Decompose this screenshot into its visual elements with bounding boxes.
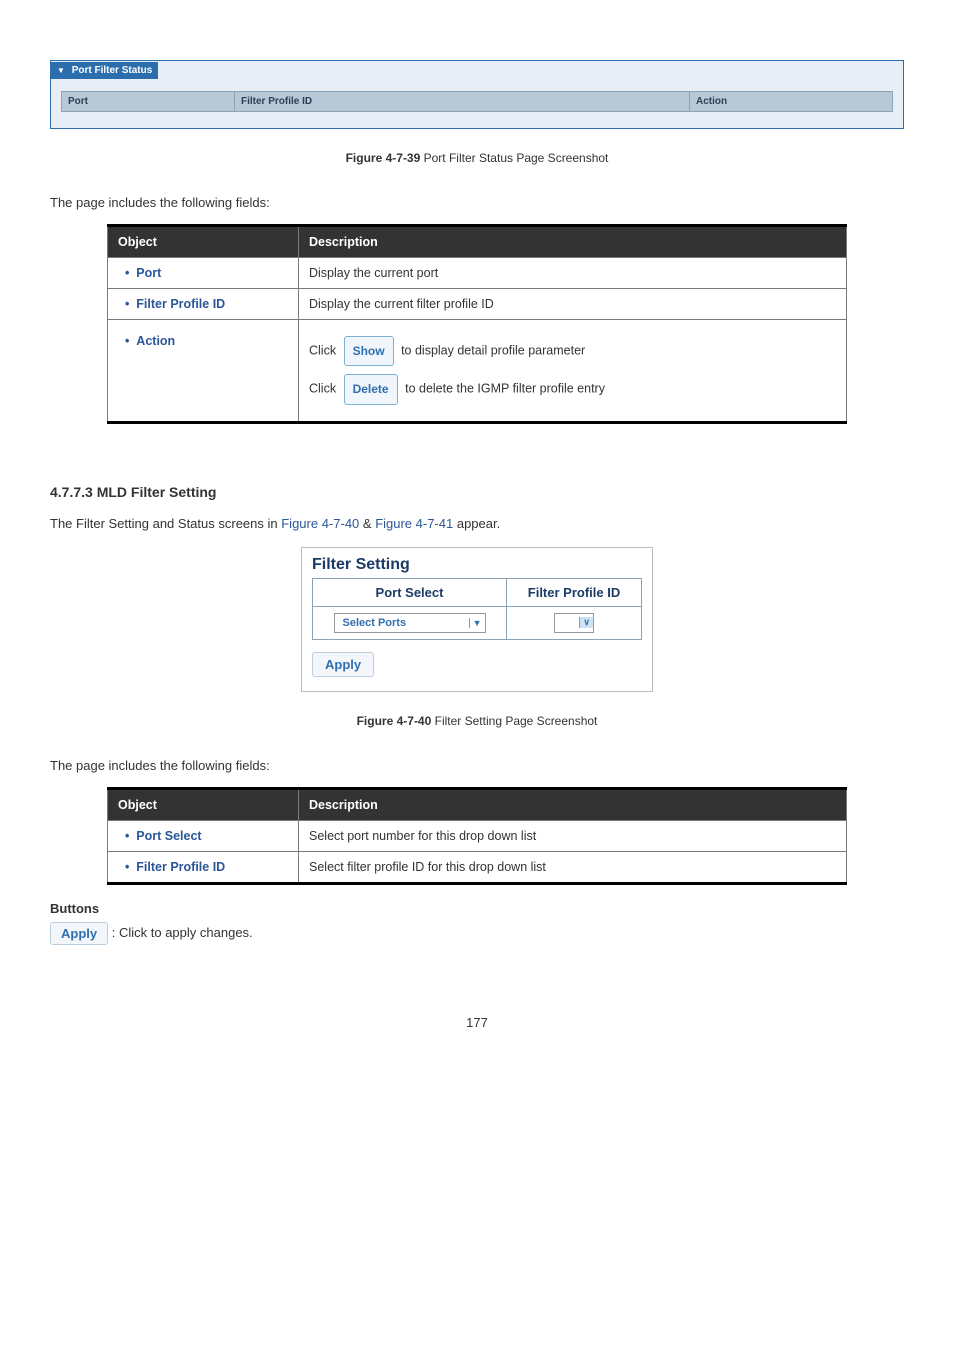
- delete-button[interactable]: Delete: [344, 374, 398, 404]
- obj-action: Action: [136, 334, 175, 348]
- cell-description: Select filter profile ID for this drop d…: [299, 851, 847, 883]
- cell-object: • Action: [108, 320, 299, 423]
- th-description: Description: [299, 788, 847, 820]
- profile-id-dropdown[interactable]: ∨: [554, 613, 594, 633]
- status-col-port: Port: [62, 92, 235, 111]
- table-header-row: Object Description: [108, 788, 847, 820]
- status-col-fpid: Filter Profile ID: [235, 92, 690, 111]
- caption-figure: Figure 4-7-39: [346, 151, 421, 165]
- obj-filter-profile-id: Filter Profile ID: [136, 297, 225, 311]
- status-table: Port Filter Profile ID Action: [61, 91, 893, 112]
- page-number: 177: [50, 1015, 904, 1030]
- object-table-1: Object Description • Port Display the cu…: [107, 224, 847, 424]
- caption-text: Port Filter Status Page Screenshot: [420, 151, 608, 165]
- th-object: Object: [108, 226, 299, 258]
- th-description: Description: [299, 226, 847, 258]
- apply-button-inline[interactable]: Apply: [50, 922, 108, 945]
- status-header-row: Port Filter Profile ID Action: [61, 91, 893, 112]
- chevron-down-icon: ▼: [469, 618, 485, 628]
- figure-caption-39: Figure 4-7-39 Port Filter Status Page Sc…: [50, 151, 904, 165]
- intro-text-2: The page includes the following fields:: [50, 758, 904, 773]
- table-header-row: Object Description: [108, 226, 847, 258]
- section-heading: 4.7.7.3 MLD Filter Setting: [50, 484, 904, 500]
- chevron-down-icon: ▼: [57, 66, 65, 75]
- table-row: • Filter Profile ID Select filter profil…: [108, 851, 847, 883]
- obj-filter-profile-id: Filter Profile ID: [136, 860, 225, 874]
- profile-id-cell: ∨: [507, 607, 641, 639]
- cell-description: Select port number for this drop down li…: [299, 820, 847, 851]
- table-row: • Port Select Select port number for thi…: [108, 820, 847, 851]
- caption-text: Filter Setting Page Screenshot: [431, 714, 597, 728]
- cell-object: • Filter Profile ID: [108, 289, 299, 320]
- figure-caption-40: Figure 4-7-40 Filter Setting Page Screen…: [50, 714, 904, 728]
- click-label: Click: [309, 344, 336, 358]
- show-button[interactable]: Show: [344, 336, 394, 366]
- cell-description: Display the current port: [299, 258, 847, 289]
- cell-object: • Port Select: [108, 820, 299, 851]
- filter-setting-widget: Filter Setting Port Select Filter Profil…: [301, 547, 653, 692]
- table-row: • Port Display the current port: [108, 258, 847, 289]
- cell-description: Display the current filter profile ID: [299, 289, 847, 320]
- figure-link-40[interactable]: Figure 4-7-40: [281, 516, 359, 531]
- cell-object: • Port: [108, 258, 299, 289]
- filter-col-profile-id: Filter Profile ID: [507, 579, 641, 606]
- apply-description: : Click to apply changes.: [112, 925, 253, 940]
- click-label: Click: [309, 382, 336, 396]
- port-filter-status-panel: ▼ Port Filter Status Port Filter Profile…: [50, 60, 904, 129]
- apply-button[interactable]: Apply: [312, 652, 374, 677]
- filter-header-row: Port Select Filter Profile ID: [312, 578, 642, 607]
- cell-object: • Filter Profile ID: [108, 851, 299, 883]
- port-select-cell: Select Ports ▼: [313, 607, 507, 639]
- port-select-dropdown[interactable]: Select Ports ▼: [334, 613, 486, 633]
- object-table-2: Object Description • Port Select Select …: [107, 787, 847, 885]
- panel-header[interactable]: ▼ Port Filter Status: [51, 62, 158, 79]
- figure-link-41[interactable]: Figure 4-7-41: [375, 516, 453, 531]
- delete-text: to delete the IGMP filter profile entry: [405, 382, 605, 396]
- obj-port: Port: [136, 266, 161, 280]
- cell-description-action: Click Show to display detail profile par…: [299, 320, 847, 423]
- obj-port-select: Port Select: [136, 829, 201, 843]
- show-text: to display detail profile parameter: [401, 344, 585, 358]
- table-row: • Action Click Show to display detail pr…: [108, 320, 847, 423]
- buttons-line: Apply : Click to apply changes.: [50, 922, 904, 945]
- caption-figure: Figure 4-7-40: [357, 714, 432, 728]
- filter-input-row: Select Ports ▼ ∨: [312, 607, 642, 640]
- section-intro: The Filter Setting and Status screens in…: [50, 516, 904, 531]
- filter-title: Filter Setting: [312, 556, 642, 574]
- panel-title: Port Filter Status: [72, 65, 153, 76]
- table-row: • Filter Profile ID Display the current …: [108, 289, 847, 320]
- port-select-value: Select Ports: [335, 617, 415, 629]
- chevron-down-icon: ∨: [579, 617, 593, 628]
- buttons-heading: Buttons: [50, 901, 904, 916]
- status-col-action: Action: [690, 92, 892, 111]
- filter-col-port-select: Port Select: [313, 579, 507, 606]
- intro-text-1: The page includes the following fields:: [50, 195, 904, 210]
- th-object: Object: [108, 788, 299, 820]
